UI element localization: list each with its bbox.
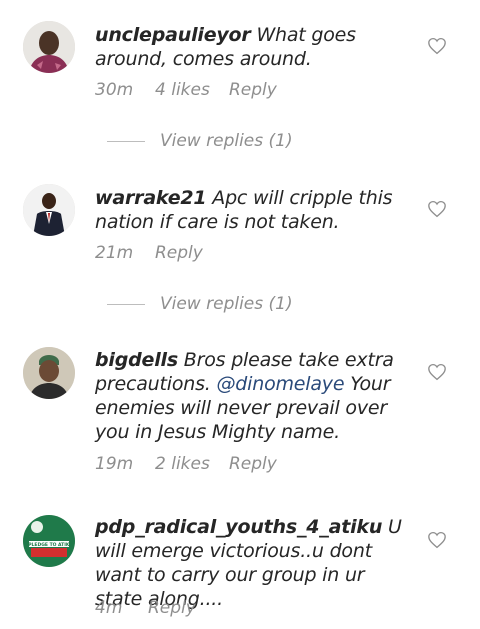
avatar-image xyxy=(23,347,75,399)
avatar[interactable] xyxy=(23,21,75,73)
avatar-badge-text: I PLEDGE TO ATIKU xyxy=(25,542,73,548)
comment-time: 4m xyxy=(95,598,123,618)
comment-text: unclepaulieyor What goes around, comes a… xyxy=(95,23,413,71)
view-replies-label: View replies (1) xyxy=(160,294,293,314)
view-replies-label: View replies (1) xyxy=(160,131,293,151)
avatar-image xyxy=(23,21,75,73)
like-heart-icon[interactable] xyxy=(427,531,447,549)
like-heart-icon[interactable] xyxy=(427,363,447,381)
view-replies-button[interactable]: View replies (1) xyxy=(107,294,293,314)
comment-text: bigdells Bros please take extra precauti… xyxy=(95,348,413,444)
username[interactable]: warrake21 xyxy=(95,187,207,209)
comment-meta: 19m 2 likes Reply xyxy=(95,454,277,474)
comment-meta: 30m 4 likes Reply xyxy=(95,80,277,100)
comment-text: pdp_radical_youths_4_atiku U will emerge… xyxy=(95,515,413,611)
username[interactable]: bigdells xyxy=(95,349,178,371)
comment-time: 30m xyxy=(95,80,134,100)
reply-button[interactable]: Reply xyxy=(229,454,277,474)
likes-count[interactable]: 2 likes xyxy=(155,454,229,474)
comment-time: 21m xyxy=(95,243,134,263)
mention-link[interactable]: @dinomelaye xyxy=(216,373,344,395)
like-heart-icon[interactable] xyxy=(427,37,447,55)
comment-meta: 21m Reply xyxy=(95,243,203,263)
avatar[interactable] xyxy=(23,347,75,399)
avatar-image xyxy=(23,184,75,236)
likes-count[interactable]: 4 likes xyxy=(155,80,229,100)
avatar-image: I PLEDGE TO ATIKU xyxy=(23,515,75,567)
comment-time: 19m xyxy=(95,454,134,474)
reply-button[interactable]: Reply xyxy=(148,598,196,618)
reply-button[interactable]: Reply xyxy=(229,80,277,100)
username[interactable]: unclepaulieyor xyxy=(95,24,251,46)
comment-meta: 4m Reply xyxy=(95,598,196,618)
like-heart-icon[interactable] xyxy=(427,200,447,218)
comment-text: warrake21 Apc will cripple this nation i… xyxy=(95,186,413,234)
view-replies-button[interactable]: View replies (1) xyxy=(107,131,293,151)
avatar[interactable]: I PLEDGE TO ATIKU xyxy=(23,515,75,567)
avatar[interactable] xyxy=(23,184,75,236)
reply-button[interactable]: Reply xyxy=(155,243,203,263)
username[interactable]: pdp_radical_youths_4_atiku xyxy=(95,516,382,538)
divider-line xyxy=(107,140,145,142)
divider-line xyxy=(107,303,145,305)
